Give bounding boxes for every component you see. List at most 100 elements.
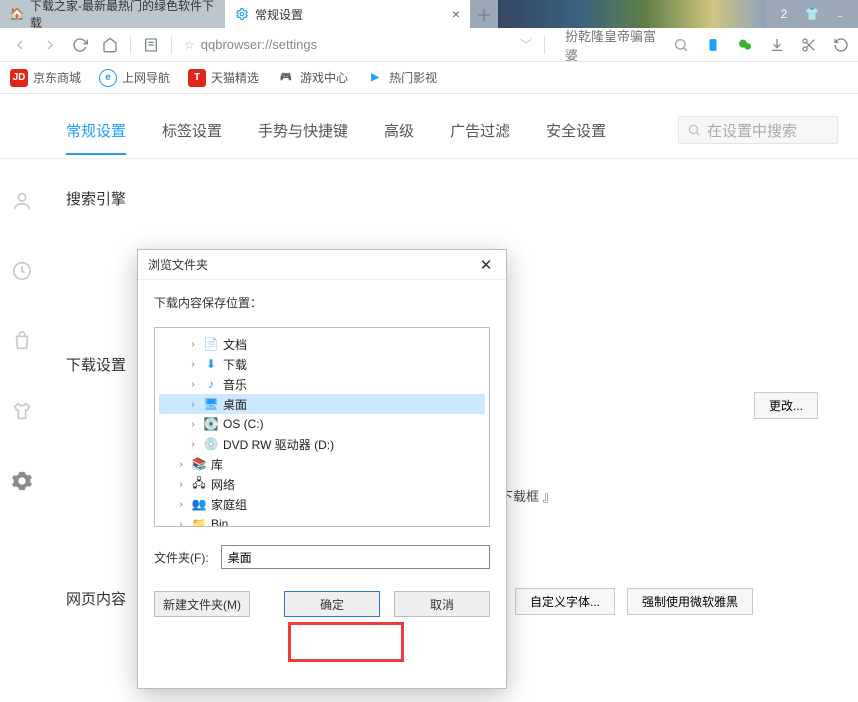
e-icon: e [99,69,117,87]
user-icon[interactable] [11,190,33,212]
tshirt-icon[interactable] [11,400,33,422]
folder-icon: 📁 [191,516,207,527]
expand-icon[interactable]: › [187,379,199,390]
tree-item-downloads[interactable]: ›⬇下载 [159,354,485,374]
dialog-subtitle: 下载内容保存位置： [154,294,490,311]
tree-item-desktop[interactable]: ›🖥桌面 [159,394,485,414]
tree-item-dvd[interactable]: ›💿DVD RW 驱动器 (D:) [159,434,485,454]
star-icon[interactable]: ☆ [184,38,195,52]
folder-label: 文件夹(F): [154,549,209,566]
bookmark-video[interactable]: ▶热门影视 [366,69,437,87]
expand-icon[interactable]: › [187,399,199,410]
cancel-button[interactable]: 取消 [394,591,490,617]
expand-icon[interactable]: › [175,499,187,510]
bookmark-game[interactable]: 🎮游戏中心 [277,69,348,87]
tabbar-background [498,0,766,28]
chevron-down-icon[interactable]: ﹀ [520,36,532,53]
tabbar-right: 2 👕 ﹣ [766,0,858,28]
download-popup-text: 下载框 』 [500,486,556,505]
drive-icon: 💽 [203,416,219,432]
expand-icon[interactable]: › [175,479,187,490]
expand-icon[interactable]: › [175,519,187,528]
reader-icon[interactable] [139,33,163,57]
expand-icon[interactable]: › [187,419,199,430]
settings-search[interactable]: 在设置中搜索 [678,116,838,144]
search-icon[interactable] [672,36,690,54]
download-icon[interactable] [768,36,786,54]
custom-font-button[interactable]: 自定义字体... [515,588,615,615]
ok-button[interactable]: 确定 [284,591,380,617]
address-bar[interactable]: ☆ qqbrowser://settings [184,37,474,52]
sidebar [0,164,44,492]
url-text: qqbrowser://settings [201,37,474,52]
search-icon [687,123,701,137]
forward-icon[interactable] [38,33,62,57]
section-search-engine: 搜索引擎 [66,188,126,209]
restore-icon[interactable] [832,36,850,54]
section-network: 网页内容 [66,588,126,609]
expand-icon[interactable]: › [187,439,199,450]
tree-item-docs[interactable]: ›📄文档 [159,334,485,354]
gear-icon [235,7,249,21]
close-icon[interactable]: × [452,6,460,22]
dialog-title: 浏览文件夹 [148,256,208,273]
settings-page: 常规设置 标签设置 手势与快捷键 高级 广告过滤 安全设置 在设置中搜索 搜索引… [0,94,858,702]
tab-security[interactable]: 安全设置 [546,120,606,141]
bookmark-bar: JD京东商城 e上网导航 T天猫精选 🎮游戏中心 ▶热门影视 [0,62,858,94]
home-icon: 🏠 [10,7,24,21]
tab-inactive[interactable]: 🏠 下载之家-最新最热门的绿色软件下载 [0,0,225,28]
back-icon[interactable] [8,33,32,57]
scissors-icon[interactable] [800,36,818,54]
folder-input[interactable] [221,545,490,569]
folder-tree[interactable]: ›📄文档 ›⬇下载 ›♪音乐 ›🖥桌面 ›💽OS (C:) ›💿DVD RW 驱… [154,327,490,527]
tree-item-bin[interactable]: ›📁Bin [159,514,485,527]
tree-item-network[interactable]: ›🖧网络 [159,474,485,494]
new-tab-button[interactable]: ＋ [470,0,498,28]
highlight-annotation [288,622,404,662]
tab-gesture[interactable]: 手势与快捷键 [258,120,348,141]
skin-icon[interactable]: 👕 [804,6,820,22]
dialog-actions: 新建文件夹(M) 确定 取消 [154,591,490,617]
browser-tab-bar: 🏠 下载之家-最新最热门的绿色软件下载 常规设置 × ＋ 2 👕 ﹣ [0,0,858,28]
download-change-row: 更改... [754,392,818,419]
expand-icon[interactable]: › [175,459,187,470]
close-icon[interactable]: ✕ [476,256,496,274]
play-icon: ▶ [366,69,384,87]
tab-tabs[interactable]: 标签设置 [162,120,222,141]
network-icon: 🖧 [191,476,207,492]
tree-item-music[interactable]: ›♪音乐 [159,374,485,394]
clock-icon[interactable] [11,260,33,282]
tree-item-homegroup[interactable]: ›👥家庭组 [159,494,485,514]
library-icon: 📚 [191,456,207,472]
tab-title: 常规设置 [255,6,303,23]
minimize-icon[interactable]: ﹣ [832,6,848,22]
home-icon[interactable] [98,33,122,57]
bag-icon[interactable] [11,330,33,352]
change-button[interactable]: 更改... [754,392,818,419]
bookmark-tmall[interactable]: T天猫精选 [188,69,259,87]
search-suggestion: 扮乾隆皇帝骗富婆 [565,26,666,64]
wechat-icon[interactable] [736,36,754,54]
gear-icon[interactable] [11,470,33,492]
document-icon: 📄 [203,336,219,352]
count-badge: 2 [776,6,792,22]
bookmark-nav[interactable]: e上网导航 [99,69,170,87]
separator [130,36,131,54]
tree-item-osc[interactable]: ›💽OS (C:) [159,414,485,434]
tab-active[interactable]: 常规设置 × [225,0,470,28]
force-yahei-button[interactable]: 强制使用微软雅黑 [627,588,753,615]
tab-adblock[interactable]: 广告过滤 [450,120,510,141]
tmall-icon: T [188,69,206,87]
expand-icon[interactable]: › [187,339,199,350]
tab-title: 下载之家-最新最热门的绿色软件下载 [30,0,215,31]
new-folder-button[interactable]: 新建文件夹(M) [154,591,250,617]
bookmark-jd[interactable]: JD京东商城 [10,69,81,87]
reload-icon[interactable] [68,33,92,57]
omnibox-search[interactable]: ﹀ 扮乾隆皇帝骗富婆 [520,26,666,64]
phone-icon[interactable] [704,36,722,54]
tree-item-lib[interactable]: ›📚库 [159,454,485,474]
expand-icon[interactable]: › [187,359,199,370]
tab-general[interactable]: 常规设置 [66,120,126,155]
tab-advanced[interactable]: 高级 [384,120,414,141]
browse-folder-dialog: 浏览文件夹 ✕ 下载内容保存位置： ›📄文档 ›⬇下载 ›♪音乐 ›🖥桌面 ›💽… [137,249,507,689]
